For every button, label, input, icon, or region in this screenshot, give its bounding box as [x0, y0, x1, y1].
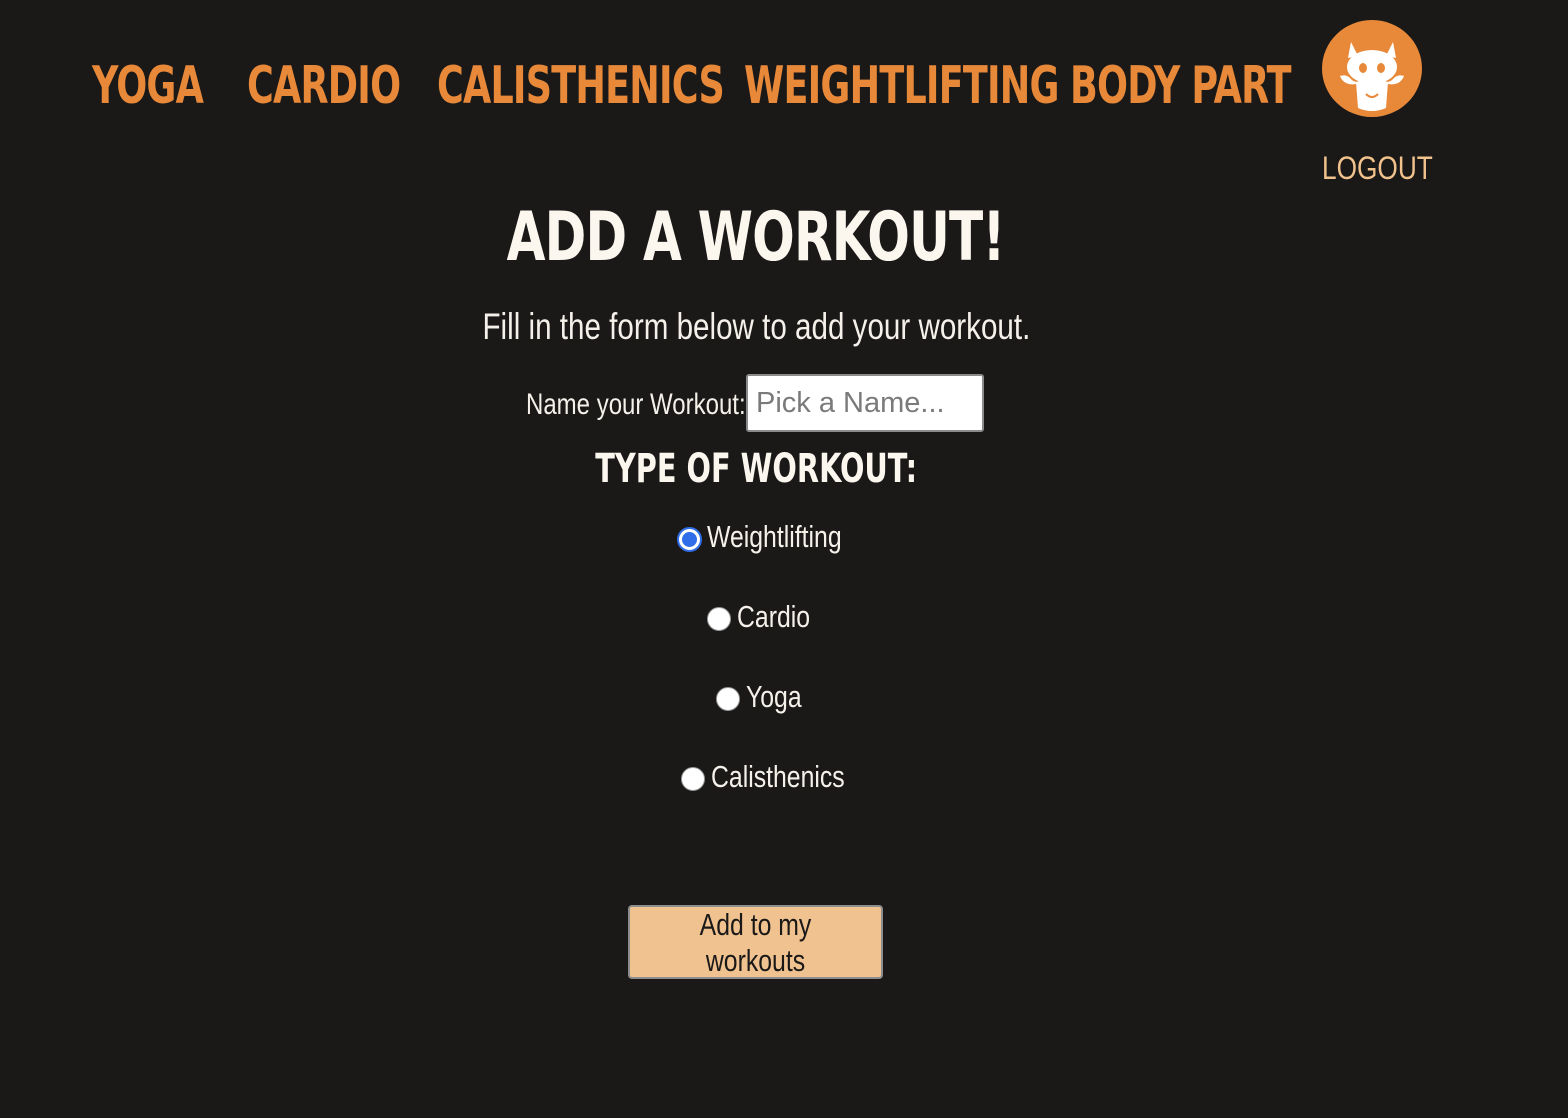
nav-link-body-part[interactable]: BODY PART — [1070, 52, 1291, 120]
radio-button[interactable] — [707, 607, 731, 631]
workout-type-heading: TYPE OF WORKOUT: — [0, 446, 1512, 492]
nav-link-yoga[interactable]: YOGA — [92, 52, 204, 120]
radio-button[interactable] — [716, 687, 740, 711]
radio-button-checked[interactable] — [677, 527, 702, 552]
nav-link-cardio[interactable]: CARDIO — [247, 52, 401, 120]
logout-link[interactable]: LOGOUT — [1322, 150, 1433, 187]
workout-name-input[interactable] — [746, 374, 984, 432]
page-title: ADD A WORKOUT! — [0, 198, 1512, 277]
form-subtitle-text: Fill in the form below to add your worko… — [482, 306, 1030, 347]
page-title-text: ADD A WORKOUT! — [507, 198, 1006, 277]
radio-label[interactable]: Calisthenics — [711, 759, 845, 795]
workout-name-label: Name your Workout: — [526, 388, 746, 421]
form-subtitle: Fill in the form below to add your worko… — [0, 306, 1512, 348]
github-octocat-icon — [1340, 42, 1404, 111]
top-navigation: YOGA CARDIO CALISTHENICS WEIGHTLIFTING B… — [0, 0, 1568, 200]
add-to-my-workouts-button[interactable]: Add to my workouts — [628, 905, 883, 979]
avatar[interactable] — [1322, 20, 1422, 117]
workout-type-heading-text: TYPE OF WORKOUT: — [595, 446, 917, 492]
workout-name-row: Name your Workout: — [0, 374, 1512, 434]
radio-label[interactable]: Weightlifting — [707, 519, 842, 555]
nav-link-weightlifting[interactable]: WEIGHTLIFTING — [744, 52, 1059, 120]
radio-label[interactable]: Yoga — [746, 679, 802, 715]
radio-button[interactable] — [681, 767, 705, 791]
add-to-my-workouts-label: Add to my workouts — [699, 907, 812, 978]
radio-label[interactable]: Cardio — [737, 599, 810, 635]
nav-link-calisthenics[interactable]: CALISTHENICS — [437, 52, 725, 120]
